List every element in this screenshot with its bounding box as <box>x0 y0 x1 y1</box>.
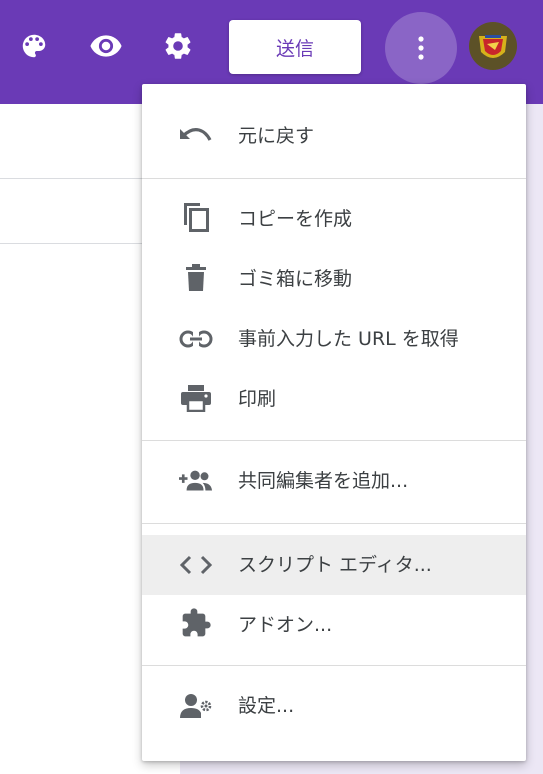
avatar[interactable] <box>469 22 517 70</box>
menu-divider <box>142 440 526 441</box>
code-icon <box>179 553 213 577</box>
menu-item-undo[interactable]: 元に戻す <box>142 106 526 166</box>
menu-item-settings[interactable]: 設定... <box>142 676 526 736</box>
eye-icon[interactable] <box>88 28 124 64</box>
menu-item-move-to-trash[interactable]: ゴミ箱に移動 <box>142 249 526 309</box>
puzzle-piece-icon <box>179 608 213 637</box>
more-vert-icon[interactable] <box>385 12 457 84</box>
person-add-icon <box>179 469 213 493</box>
trash-icon <box>179 264 213 291</box>
menu-item-print[interactable]: 印刷 <box>142 369 526 429</box>
undo-icon <box>179 124 213 148</box>
copy-icon <box>179 203 213 232</box>
send-button[interactable]: 送信 <box>229 20 361 74</box>
menu-item-prefilled-url[interactable]: 事前入力した URL を取得 <box>142 309 526 369</box>
menu-divider <box>142 665 526 666</box>
menu-divider <box>142 523 526 524</box>
gear-icon[interactable] <box>160 28 196 64</box>
menu-item-addons[interactable]: アドオン... <box>142 595 526 655</box>
menu-item-script-editor[interactable]: スクリプト エディタ... <box>142 535 526 595</box>
menu-item-make-copy[interactable]: コピーを作成 <box>142 189 526 249</box>
link-icon <box>179 327 213 351</box>
palette-icon[interactable] <box>16 28 52 64</box>
menu-divider <box>142 178 526 179</box>
print-icon <box>179 385 213 412</box>
more-options-menu: 元に戻す コピーを作成 ゴミ箱に移動 事前入力した URL を取得 印刷 共同編… <box>142 84 526 761</box>
menu-item-add-collaborators[interactable]: 共同編集者を追加... <box>142 451 526 511</box>
person-settings-icon <box>179 694 213 718</box>
